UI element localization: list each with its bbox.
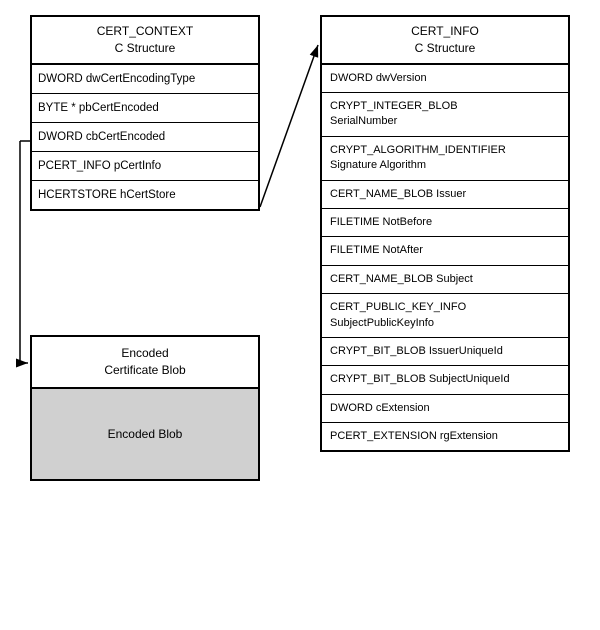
cert-info-row-4: FILETIME NotBefore <box>322 209 568 237</box>
cert-context-row-4: HCERTSTORE hCertStore <box>32 181 258 209</box>
cert-info-row-5: FILETIME NotAfter <box>322 237 568 265</box>
cert-info-box: CERT_INFO C Structure DWORD dwVersion CR… <box>320 15 570 452</box>
cert-info-row-11: PCERT_EXTENSION rgExtension <box>322 423 568 450</box>
cert-info-row-9: CRYPT_BIT_BLOB SubjectUniqueId <box>322 366 568 394</box>
encoded-blob-label: Encoded Blob <box>108 427 183 441</box>
cert-info-row-10: DWORD cExtension <box>322 395 568 423</box>
cert-context-row-2: DWORD cbCertEncoded <box>32 123 258 152</box>
cert-context-title1: CERT_CONTEXT <box>97 24 193 38</box>
cert-context-title2: C Structure <box>115 41 176 55</box>
cert-info-row-6: CERT_NAME_BLOB Subject <box>322 266 568 294</box>
cert-info-row-7: CERT_PUBLIC_KEY_INFOSubjectPublicKeyInfo <box>322 294 568 338</box>
cert-info-header: CERT_INFO C Structure <box>322 17 568 65</box>
encoded-cert-box: Encoded Certificate Blob Encoded Blob <box>30 335 260 481</box>
encoded-cert-title2: Certificate Blob <box>104 363 185 377</box>
cert-context-row-0: DWORD dwCertEncodingType <box>32 65 258 94</box>
encoded-cert-header: Encoded Certificate Blob <box>32 337 258 389</box>
cert-info-row-2: CRYPT_ALGORITHM_IDENTIFIERSignature Algo… <box>322 137 568 181</box>
cert-context-header: CERT_CONTEXT C Structure <box>32 17 258 65</box>
cert-context-box: CERT_CONTEXT C Structure DWORD dwCertEnc… <box>30 15 260 211</box>
cert-info-title2: C Structure <box>415 41 476 55</box>
cert-context-row-3: PCERT_INFO pCertInfo <box>32 152 258 181</box>
cert-info-title1: CERT_INFO <box>411 24 479 38</box>
cert-info-row-1: CRYPT_INTEGER_BLOBSerialNumber <box>322 93 568 137</box>
cert-info-row-0: DWORD dwVersion <box>322 65 568 93</box>
diagram-container: CERT_CONTEXT C Structure DWORD dwCertEnc… <box>0 0 600 630</box>
cert-info-row-3: CERT_NAME_BLOB Issuer <box>322 181 568 209</box>
encoded-cert-title1: Encoded <box>121 346 168 360</box>
cert-info-row-8: CRYPT_BIT_BLOB IssuerUniqueId <box>322 338 568 366</box>
cert-context-row-1: BYTE * pbCertEncoded <box>32 94 258 123</box>
encoded-blob-area: Encoded Blob <box>32 389 258 479</box>
